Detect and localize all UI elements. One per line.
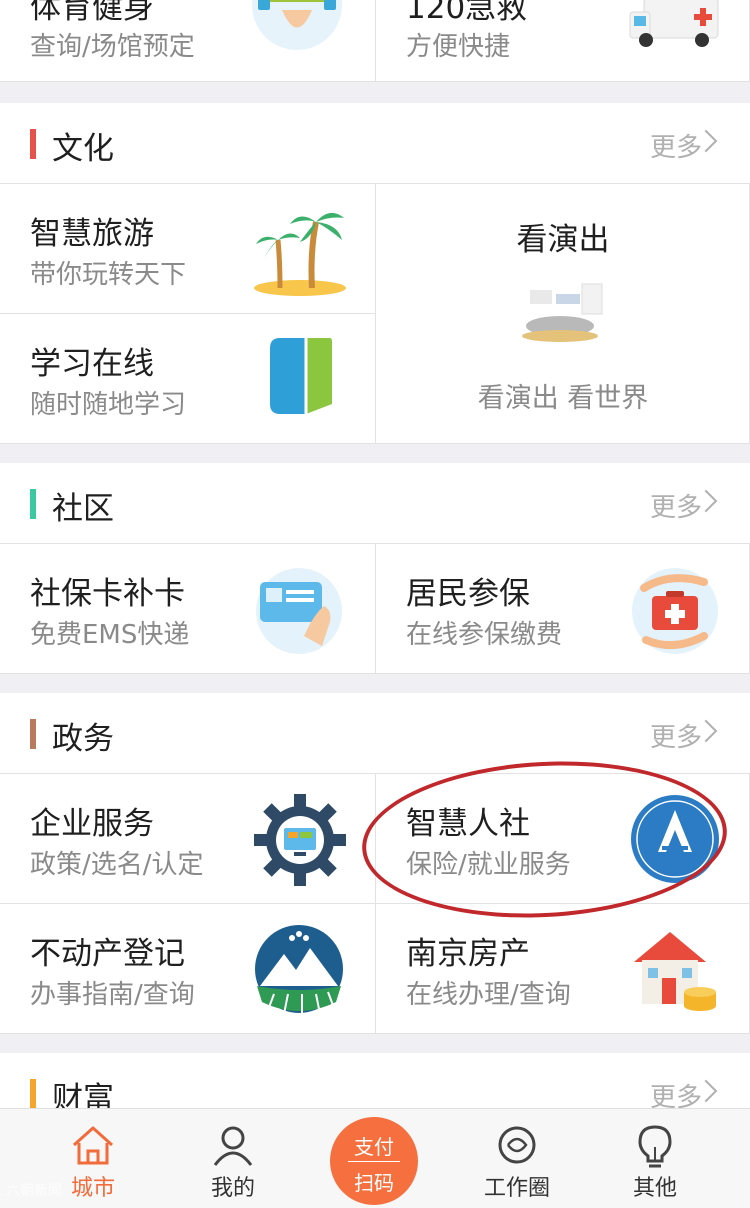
fitness-icon — [252, 0, 342, 50]
user-icon — [213, 1126, 253, 1166]
palm-tree-icon — [254, 212, 346, 296]
section-title: 文化 — [52, 131, 114, 167]
grid-cell-emergency[interactable]: 120急救 方便快捷 — [376, 0, 750, 82]
cell-title: 学习在线 — [30, 346, 154, 382]
cell-title: 企业服务 — [30, 806, 154, 842]
ambulance-icon — [629, 0, 719, 47]
cell-title: 南京房产 — [406, 936, 530, 972]
grid-cell-nanjing-housing[interactable]: 南京房产 在线办理/查询 — [376, 904, 750, 1034]
section-bar — [30, 719, 36, 749]
cell-subtitle: 带你玩转天下 — [30, 260, 187, 290]
section-header-community: 社区 更多 — [0, 463, 750, 544]
grid-cell-show[interactable]: 看演出 看演出 看世界 — [376, 184, 750, 444]
grid-cell-social-card[interactable]: 社保卡补卡 免费EMS快递 — [0, 544, 376, 674]
cell-title: 居民参保 — [406, 576, 530, 612]
section-bar — [30, 489, 36, 519]
house-icon — [634, 932, 716, 1011]
home-icon — [72, 1126, 114, 1165]
cell-subtitle: 看演出 看世界 — [477, 383, 649, 414]
cell-title: 体育健身 — [30, 0, 154, 26]
medical-kit-icon — [632, 568, 718, 654]
cell-title: 社保卡补卡 — [30, 576, 185, 612]
cell-subtitle: 随时随地学习 — [30, 390, 187, 420]
nav-pay-scan[interactable]: 支付 扫码 — [300, 1109, 450, 1208]
cell-title: 不动产登记 — [30, 936, 185, 972]
scan-label: 扫码 — [354, 1171, 394, 1195]
cell-subtitle: 在线办理/查询 — [406, 980, 571, 1010]
mountain-emblem-icon — [255, 925, 343, 1014]
section-title: 政务 — [52, 721, 114, 757]
cell-subtitle: 办事指南/查询 — [30, 980, 195, 1010]
more-link[interactable]: 更多 — [650, 717, 702, 754]
watermark: 六朝新闻 — [6, 1183, 62, 1199]
cell-subtitle: 查询/场馆预定 — [30, 32, 195, 62]
more-link[interactable]: 更多 — [650, 487, 702, 524]
cell-subtitle: 方便快捷 — [406, 32, 511, 62]
grid-cell-sports[interactable]: 体育健身 查询/场馆预定 — [0, 0, 376, 82]
cell-subtitle: 免费EMS快递 — [30, 620, 190, 650]
nav-mine[interactable]: 我的 — [158, 1109, 308, 1208]
section-header-culture: 文化 更多 — [0, 103, 750, 184]
gear-icon — [254, 794, 346, 886]
section-header-wealth: 财富 更多 — [0, 1053, 750, 1117]
grid-cell-study-online[interactable]: 学习在线 随时随地学习 — [0, 314, 376, 444]
pay-scan-button[interactable]: 支付 扫码 — [330, 1117, 418, 1205]
section-header-government: 政务 更多 — [0, 693, 750, 774]
cell-subtitle: 政策/选名/认定 — [30, 850, 204, 880]
nav-other[interactable]: 其他 — [580, 1109, 730, 1208]
nav-label: 我的 — [210, 1176, 255, 1201]
section-title: 社区 — [52, 491, 114, 527]
grid-cell-resident-insurance[interactable]: 居民参保 在线参保缴费 — [376, 544, 750, 674]
more-link[interactable]: 更多 — [650, 127, 702, 164]
nav-label: 工作圈 — [483, 1176, 550, 1201]
social-card-icon — [256, 568, 342, 654]
pay-divider — [348, 1161, 400, 1162]
section-bar — [30, 129, 36, 159]
section-bar — [30, 1079, 36, 1109]
cell-title: 120急救 — [406, 0, 528, 26]
nav-label: 其他 — [632, 1176, 677, 1201]
grid-cell-smart-tourism[interactable]: 智慧旅游 带你玩转天下 — [0, 184, 376, 314]
theater-icon — [522, 283, 603, 342]
work-circle-icon — [498, 1126, 536, 1164]
grid-cell-enterprise-service[interactable]: 企业服务 政策/选名/认定 — [0, 774, 376, 904]
bottom-nav: 城市 我的 支付 扫码 工作圈 其他 — [0, 1108, 750, 1208]
cell-title: 智慧旅游 — [30, 216, 154, 252]
cell-subtitle: 在线参保缴费 — [406, 620, 563, 650]
pay-label: 支付 — [354, 1135, 394, 1159]
nav-work-circle[interactable]: 工作圈 — [442, 1109, 592, 1208]
grid-cell-real-estate-registration[interactable]: 不动产登记 办事指南/查询 — [0, 904, 376, 1034]
book-icon — [270, 338, 332, 414]
lightbulb-icon — [638, 1125, 672, 1168]
cell-title: 看演出 — [516, 222, 610, 258]
